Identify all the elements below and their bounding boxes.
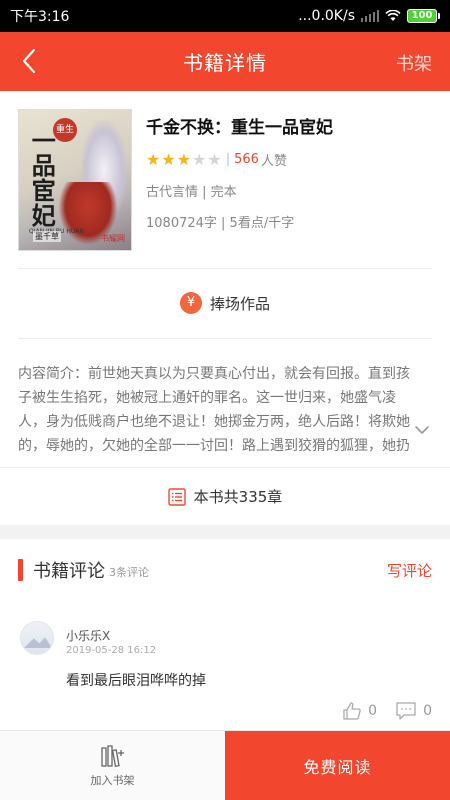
divider (18, 268, 432, 269)
star-icon: ★ (192, 149, 207, 169)
section-accent-bar (18, 559, 23, 581)
bottom-action-bar: 加入书架 免费阅读 (0, 730, 450, 800)
battery-icon: 100 (407, 9, 440, 23)
comments-title: 书籍评论 (33, 561, 105, 582)
star-icon: ★ (207, 149, 222, 169)
chapter-count: 本书共335章 (193, 488, 283, 506)
comment-like-button[interactable]: 0 (342, 701, 377, 721)
book-info: 重生 一品宦妃 QIAN JIN BU HUAN 墨千草 书耀网 千金不换：重生… (0, 91, 450, 266)
header-bar: 书籍详情 书架 (0, 32, 450, 91)
thumbs-up-icon (343, 702, 361, 720)
cover-publisher: 书耀网 (101, 234, 125, 243)
cover-title: 一品宦妃 (27, 128, 57, 228)
book-meta: 千金不换：重生一品宦妃 ★ ★ ★ ★ ★ | 566 人赞 古代言情 | 完本 108… (146, 109, 432, 266)
add-to-shelf-button[interactable]: 加入书架 (0, 731, 225, 800)
comment-bubble-icon (396, 702, 416, 720)
comment-item: 小乐乐X 2019-05-28 16:12 看到最后眼泪哗哗的掉 0 0 (0, 615, 450, 730)
category-status: 古代言情 | 完本 (146, 185, 237, 200)
section-gap (0, 525, 450, 539)
comments-header: 书籍评论 3条评论 写评论 (0, 549, 450, 591)
cover-badge: 重生 (53, 118, 77, 142)
word-count-price: 1080724字 | 5看点/千字 (146, 216, 295, 231)
back-button[interactable] (14, 46, 44, 76)
likes-count: 566 (234, 152, 259, 167)
comment-actions: 0 0 (342, 701, 432, 721)
star-icon: ★ (161, 149, 176, 169)
comment-text: 看到最后眼泪哗哗的掉 (66, 673, 206, 689)
yen-bag-icon: ¥ (179, 292, 202, 314)
network-speed: ...0.0K/s (298, 8, 355, 24)
avatar[interactable] (20, 621, 54, 655)
star-icon: ★ (146, 149, 161, 169)
bookshelf-link[interactable]: 书架 (396, 50, 432, 76)
page-title: 书籍详情 (183, 51, 267, 75)
comment-user[interactable]: 小乐乐X (66, 627, 110, 644)
support-work-button[interactable]: ¥ 捧场作品 (0, 270, 450, 336)
chapter-list-button[interactable]: 本书共335章 (0, 467, 450, 525)
list-icon (167, 487, 186, 506)
cover-author: 墨千草 (33, 231, 61, 242)
status-bar: 下午3:16 ...0.0K/s 100 (0, 0, 450, 32)
comment-reply-button[interactable]: 0 (395, 701, 432, 721)
comment-like-count: 0 (368, 703, 378, 719)
rating-row: ★ ★ ★ ★ ★ | 566 人赞 (146, 149, 287, 169)
expand-intro-button[interactable] (414, 420, 434, 440)
write-comment-button[interactable]: 写评论 (387, 560, 432, 581)
star-icon: ★ (176, 149, 192, 169)
book-cover[interactable]: 重生 一品宦妃 QIAN JIN BU HUAN 墨千草 书耀网 (18, 109, 132, 251)
comment-date: 2019-05-28 16:12 (66, 645, 157, 656)
read-free-button[interactable]: 免费阅读 (225, 731, 450, 800)
book-title: 千金不换：重生一品宦妃 (146, 118, 333, 138)
divider (18, 338, 432, 339)
rating-stars: ★ ★ ★ ★ ★ (146, 149, 222, 169)
comments-count: 3条评论 (109, 565, 149, 579)
comment-reply-count: 0 (423, 703, 432, 719)
add-to-shelf-label: 加入书架 (90, 774, 135, 787)
chevron-down-icon (415, 426, 429, 434)
book-detail-screen: 下午3:16 ...0.0K/s 100 书籍详情 书架 重生 一品宦妃 HUA… (0, 0, 450, 800)
chevron-left-icon (22, 48, 36, 74)
battery-level: 100 (407, 9, 437, 23)
wifi-icon (385, 10, 401, 21)
book-intro[interactable]: 内容简介：前世她天真以为只要真心付出，就会有回报。直到孩子被生生掐死，她被冠上通… (18, 362, 414, 458)
support-label: 捧场作品 (209, 294, 270, 313)
signal-icon (361, 10, 379, 22)
add-bookshelf-icon (100, 745, 124, 767)
status-time: 下午3:16 (10, 9, 70, 25)
likes-label: 人赞 (260, 154, 287, 169)
status-indicators: ...0.0K/s 100 (298, 8, 440, 24)
